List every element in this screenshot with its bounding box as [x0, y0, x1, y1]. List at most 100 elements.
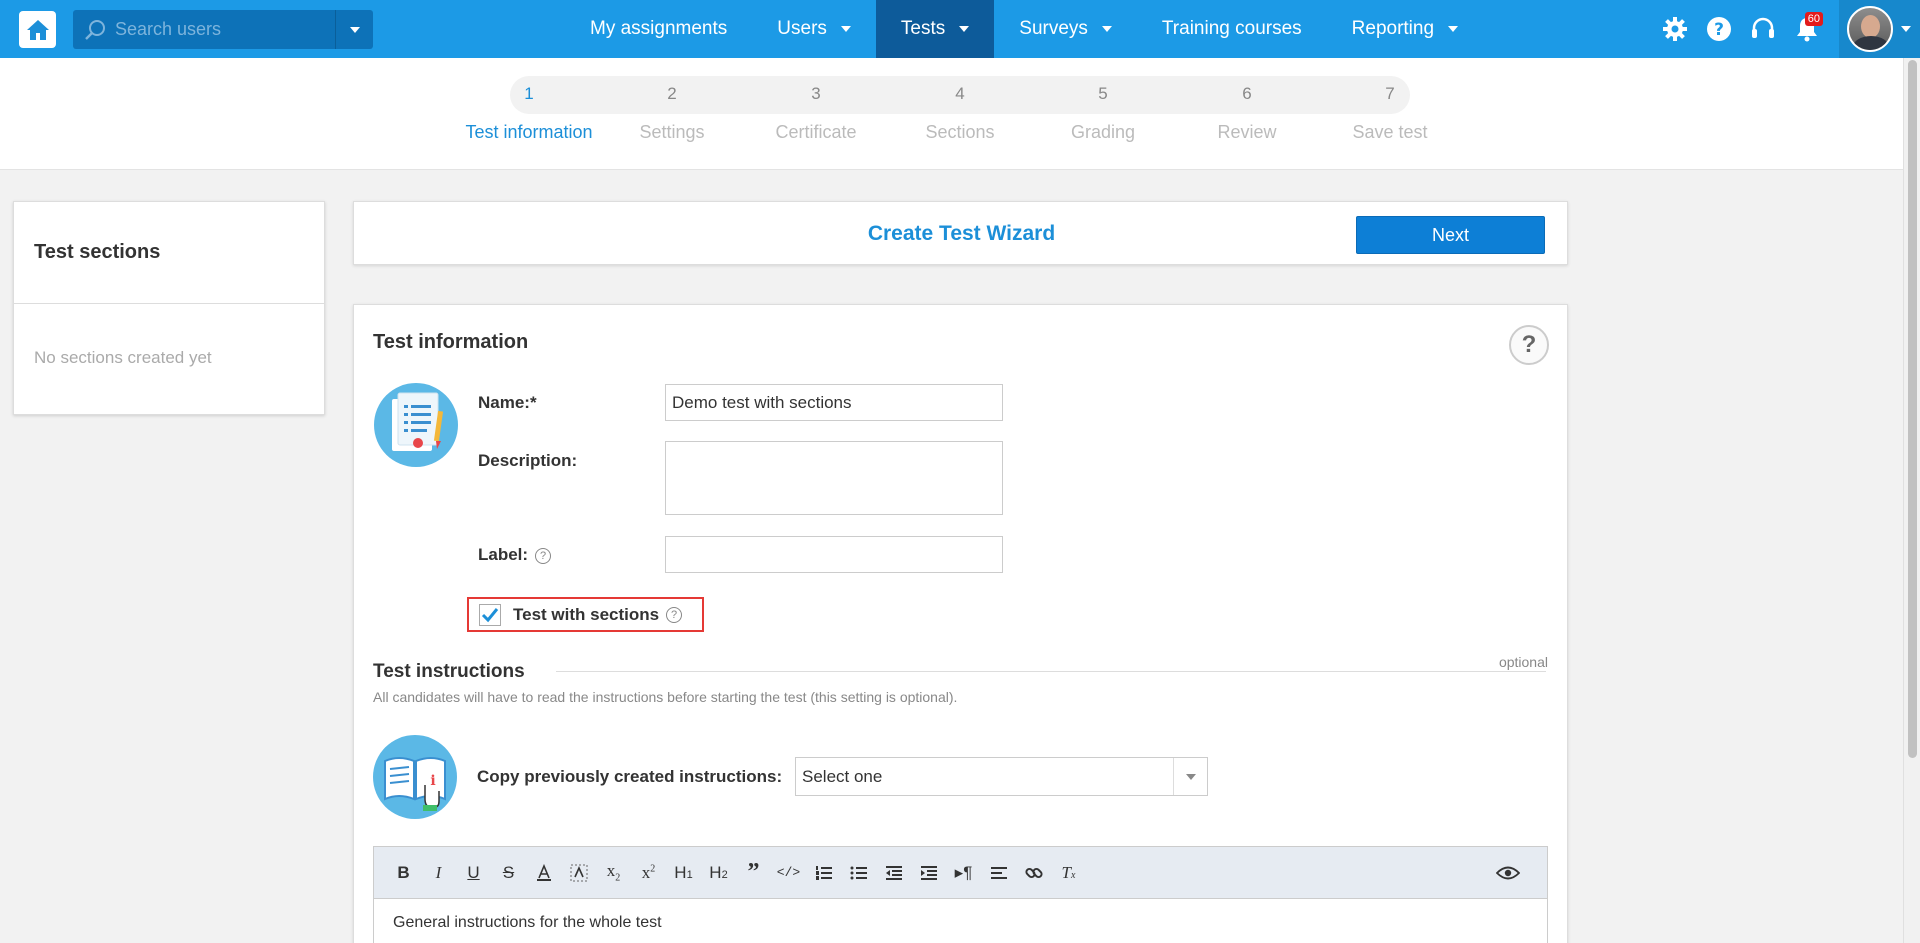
- indent-icon: [920, 865, 937, 880]
- instructions-editor: B I U S x2 x2 H1 H2 ” </> ▸¶ Tx General …: [373, 846, 1548, 943]
- user-menu[interactable]: [1839, 0, 1920, 58]
- italic-button[interactable]: I: [421, 858, 456, 888]
- instructions-title: Test instructions: [373, 661, 525, 682]
- chevron-down-icon: [1185, 773, 1196, 780]
- notifications-button[interactable]: 60: [1785, 0, 1829, 58]
- copy-instructions-select[interactable]: Select one: [795, 757, 1208, 796]
- step-label: Grading: [1070, 122, 1136, 142]
- question-circle-icon[interactable]: ?: [535, 547, 552, 564]
- section-title: Test information: [373, 331, 529, 353]
- step-label: Certificate: [775, 122, 857, 142]
- nav-my-assignments[interactable]: My assignments: [565, 0, 752, 58]
- help-icon[interactable]: ?: [1509, 325, 1549, 365]
- highlight-icon: [570, 864, 587, 881]
- editor-content[interactable]: General instructions for the whole test: [374, 899, 1547, 932]
- step-label: Save test: [1352, 122, 1428, 142]
- test-with-sections-option[interactable]: Test with sections ?: [467, 597, 704, 632]
- underline-icon: U: [467, 862, 480, 882]
- chevron-down-icon: [840, 26, 851, 32]
- step-label: Test information: [465, 122, 593, 142]
- search-users-input[interactable]: [115, 10, 330, 49]
- test-information-card: Test information ? Name:* Description: L…: [353, 304, 1568, 943]
- link-icon: [1024, 867, 1043, 878]
- text-color-button[interactable]: [526, 858, 561, 888]
- code-button[interactable]: </>: [771, 858, 806, 888]
- optional-tag: optional: [1498, 654, 1548, 670]
- page-scrollbar[interactable]: [1903, 58, 1920, 943]
- italic-icon: I: [435, 862, 442, 882]
- align-button[interactable]: [981, 858, 1016, 888]
- superscript-button[interactable]: x2: [631, 858, 666, 888]
- chevron-down-icon: [1901, 26, 1911, 32]
- underline-button[interactable]: U: [456, 858, 491, 888]
- select-dropdown-toggle[interactable]: [1173, 758, 1207, 795]
- label-input[interactable]: [665, 536, 1003, 573]
- chevron-down-icon: [1448, 26, 1459, 32]
- name-input[interactable]: [665, 384, 1003, 421]
- label-field-label: Label:?: [478, 545, 552, 565]
- bullet-list-icon: [850, 866, 867, 879]
- question-circle-icon[interactable]: ?: [666, 606, 683, 623]
- background-color-button[interactable]: [561, 858, 596, 888]
- settings-button[interactable]: [1653, 0, 1697, 58]
- step-number: 7: [1385, 84, 1395, 103]
- outdent-button[interactable]: [876, 858, 911, 888]
- question-circle-icon: ?: [1707, 17, 1731, 41]
- blockquote-button[interactable]: ”: [736, 858, 771, 888]
- subscript-button[interactable]: x2: [596, 858, 631, 888]
- select-value: Select one: [802, 766, 883, 786]
- superscript-icon: x2: [641, 862, 656, 882]
- chevron-down-icon: [1101, 26, 1112, 32]
- strikethrough-icon: S: [502, 862, 515, 882]
- text-color-icon: [536, 863, 551, 881]
- heading2-button[interactable]: H2: [701, 858, 736, 888]
- step-number: 4: [955, 84, 965, 103]
- main-nav: My assignments Users Tests Surveys Train…: [565, 0, 1483, 58]
- strikethrough-button[interactable]: S: [491, 858, 526, 888]
- nav-reporting[interactable]: Reporting: [1327, 0, 1483, 58]
- next-button[interactable]: Next: [1356, 216, 1545, 254]
- code-icon: </>: [776, 865, 801, 880]
- indent-button[interactable]: [911, 858, 946, 888]
- nav-label: Surveys: [1019, 18, 1088, 39]
- clear-format-button[interactable]: Tx: [1051, 858, 1086, 888]
- nav-label: Training courses: [1161, 18, 1302, 39]
- text-direction-button[interactable]: ▸¶: [946, 858, 981, 888]
- heading1-icon: H1: [674, 862, 693, 882]
- instructions-description: All candidates will have to read the ins…: [373, 689, 958, 705]
- search-users-box: [73, 10, 373, 49]
- bold-icon: B: [397, 862, 410, 882]
- svg-text:i: i: [430, 773, 435, 789]
- ordered-list-icon: [815, 865, 832, 880]
- nav-surveys[interactable]: Surveys: [994, 0, 1137, 58]
- ordered-list-button[interactable]: [806, 858, 841, 888]
- search-filter-dropdown[interactable]: [335, 10, 373, 49]
- bold-button[interactable]: B: [386, 858, 421, 888]
- link-button[interactable]: [1016, 858, 1051, 888]
- notification-badge: 60: [1804, 12, 1823, 26]
- scrollbar-thumb[interactable]: [1908, 60, 1917, 758]
- headset-icon: [1752, 17, 1774, 38]
- nav-label: Tests: [900, 18, 946, 39]
- preview-button[interactable]: [1493, 858, 1523, 888]
- support-button[interactable]: [1741, 0, 1785, 58]
- chevron-down-icon: [349, 26, 360, 33]
- nav-users[interactable]: Users: [752, 0, 876, 58]
- heading1-button[interactable]: H1: [666, 858, 701, 888]
- step-label: Sections: [925, 122, 995, 142]
- nav-tests[interactable]: Tests: [875, 0, 995, 58]
- nav-training-courses[interactable]: Training courses: [1137, 0, 1327, 58]
- test-with-sections-checkbox[interactable]: [479, 603, 501, 626]
- instructions-divider: [556, 671, 1546, 672]
- home-button[interactable]: [19, 11, 56, 48]
- editor-toolbar: B I U S x2 x2 H1 H2 ” </> ▸¶ Tx: [374, 847, 1547, 899]
- bullet-list-button[interactable]: [841, 858, 876, 888]
- wizard-header-card: Create Test Wizard Next: [353, 201, 1568, 265]
- description-label: Description:: [478, 451, 578, 470]
- help-button[interactable]: ?: [1697, 0, 1741, 58]
- wizard-steps-area: 1 Test information 2 Settings 3 Certific…: [0, 58, 1920, 170]
- step-number: 5: [1098, 84, 1108, 103]
- search-icon: [75, 10, 115, 49]
- description-textarea[interactable]: [665, 441, 1003, 515]
- home-icon: [26, 19, 49, 40]
